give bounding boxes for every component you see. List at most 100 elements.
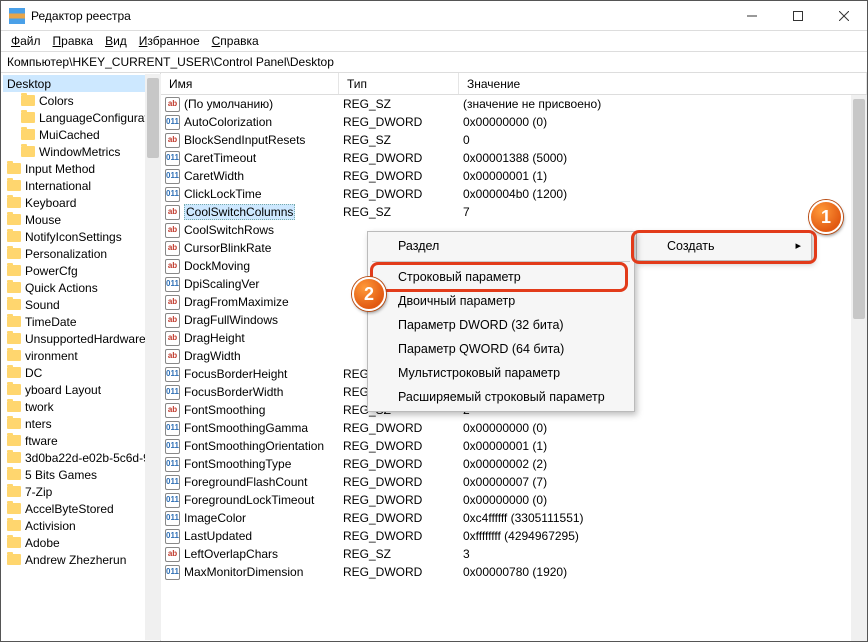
folder-icon (7, 180, 21, 191)
tree-item[interactable]: Desktop (3, 75, 160, 92)
ctx-new-string[interactable]: Строковый параметр (370, 265, 632, 289)
tree-label: ftware (25, 434, 58, 448)
menu-help[interactable]: Справка (206, 32, 265, 50)
tree-item[interactable]: vironment (3, 347, 160, 364)
tree-label: TimeDate (25, 315, 77, 329)
value-name: CaretTimeout (184, 151, 256, 165)
ctx-new-key[interactable]: Раздел (370, 234, 632, 258)
tree-item[interactable]: WindowMetrics (3, 143, 160, 160)
ctx-new-binary[interactable]: Двоичный параметр (370, 289, 632, 313)
tree-item[interactable]: NotifyIconSettings (3, 228, 160, 245)
value-row[interactable]: 011MaxMonitorDimensionREG_DWORD0x0000078… (161, 563, 867, 581)
tree-item[interactable]: LanguageConfigurat (3, 109, 160, 126)
value-row[interactable]: 011ImageColorREG_DWORD0xc4ffffff (330511… (161, 509, 867, 527)
ctx-new-multi[interactable]: Мультистроковый параметр (370, 361, 632, 385)
value-row[interactable]: 011LastUpdatedREG_DWORD0xffffffff (42949… (161, 527, 867, 545)
value-name: FontSmoothingType (184, 457, 291, 471)
tree-item[interactable]: Adobe (3, 534, 160, 551)
maximize-button[interactable] (775, 1, 821, 31)
col-name[interactable]: Имя (161, 73, 339, 94)
value-row[interactable]: abLeftOverlapCharsREG_SZ3 (161, 545, 867, 563)
dword-value-icon: 011 (165, 439, 180, 454)
tree-item[interactable]: yboard Layout (3, 381, 160, 398)
value-row[interactable]: abCoolSwitchColumnsREG_SZ7 (161, 203, 867, 221)
menu-view[interactable]: Вид (99, 32, 133, 50)
ctx-new-qword[interactable]: Параметр QWORD (64 бита) (370, 337, 632, 361)
value-name: ForegroundLockTimeout (184, 493, 314, 507)
tree-label: Desktop (7, 77, 51, 91)
value-type: REG_DWORD (339, 169, 459, 183)
address-bar[interactable]: Компьютер\HKEY_CURRENT_USER\Control Pane… (1, 51, 867, 73)
folder-icon (21, 146, 35, 157)
value-row[interactable]: 011CaretWidthREG_DWORD0x00000001 (1) (161, 167, 867, 185)
value-row[interactable]: 011FontSmoothingOrientationREG_DWORD0x00… (161, 437, 867, 455)
tree-item[interactable]: 3d0ba22d-e02b-5c6d-93 (3, 449, 160, 466)
value-row[interactable]: abBlockSendInputResetsREG_SZ0 (161, 131, 867, 149)
folder-icon (7, 452, 21, 463)
tree-item[interactable]: TimeDate (3, 313, 160, 330)
string-value-icon: ab (165, 241, 180, 256)
column-headers[interactable]: Имя Тип Значение (161, 73, 867, 95)
value-name: FocusBorderHeight (184, 367, 287, 381)
tree-label: Activision (25, 519, 76, 533)
tree-item[interactable]: International (3, 177, 160, 194)
string-value-icon: ab (165, 97, 180, 112)
tree-item[interactable]: MuiCached (3, 126, 160, 143)
list-scrollbar[interactable] (851, 95, 867, 641)
value-row[interactable]: 011ForegroundFlashCountREG_DWORD0x000000… (161, 473, 867, 491)
tree-item[interactable]: Mouse (3, 211, 160, 228)
value-data: 0x00000001 (1) (459, 439, 867, 453)
tree-item[interactable]: PowerCfg (3, 262, 160, 279)
context-menu-primary[interactable]: Создать (636, 231, 812, 261)
tree-item[interactable]: Activision (3, 517, 160, 534)
tree-scrollbar[interactable] (145, 74, 161, 640)
close-button[interactable] (821, 1, 867, 31)
tree-label: PowerCfg (25, 264, 78, 278)
value-row[interactable]: 011FontSmoothingTypeREG_DWORD0x00000002 … (161, 455, 867, 473)
tree-item[interactable]: Sound (3, 296, 160, 313)
minimize-button[interactable] (729, 1, 775, 31)
tree-item[interactable]: twork (3, 398, 160, 415)
value-name: MaxMonitorDimension (184, 565, 303, 579)
tree-item[interactable]: Colors (3, 92, 160, 109)
value-row[interactable]: 011FontSmoothingGammaREG_DWORD0x00000000… (161, 419, 867, 437)
menu-edit[interactable]: Правка (47, 32, 100, 50)
dword-value-icon: 011 (165, 385, 180, 400)
value-row[interactable]: 011ClickLockTimeREG_DWORD0x000004b0 (120… (161, 185, 867, 203)
tree-item[interactable]: Keyboard (3, 194, 160, 211)
col-type[interactable]: Тип (339, 73, 459, 94)
value-type: REG_DWORD (339, 493, 459, 507)
ctx-create[interactable]: Создать (639, 234, 809, 258)
value-row[interactable]: 011AutoColorizationREG_DWORD0x00000000 (… (161, 113, 867, 131)
menu-file[interactable]: Файл (5, 32, 47, 50)
ctx-new-expand[interactable]: Расширяемый строковый параметр (370, 385, 632, 409)
tree-item[interactable]: 7-Zip (3, 483, 160, 500)
value-name: FocusBorderWidth (184, 385, 283, 399)
value-name: DragFromMaximize (184, 295, 289, 309)
tree-item[interactable]: nters (3, 415, 160, 432)
tree-item[interactable]: UnsupportedHardwareN (3, 330, 160, 347)
tree-item[interactable]: Input Method (3, 160, 160, 177)
tree-label: nters (25, 417, 52, 431)
col-data[interactable]: Значение (459, 73, 867, 94)
tree-label: yboard Layout (25, 383, 101, 397)
tree-item[interactable]: Personalization (3, 245, 160, 262)
value-name: AutoColorization (184, 115, 272, 129)
value-row[interactable]: ab(По умолчанию)REG_SZ(значение не присв… (161, 95, 867, 113)
menu-favorites[interactable]: Избранное (133, 32, 206, 50)
context-menu-new-submenu[interactable]: Раздел Строковый параметр Двоичный парам… (367, 231, 635, 412)
value-type: REG_DWORD (339, 511, 459, 525)
value-row[interactable]: 011ForegroundLockTimeoutREG_DWORD0x00000… (161, 491, 867, 509)
value-type: REG_DWORD (339, 439, 459, 453)
registry-tree[interactable]: DesktopColorsLanguageConfiguratMuiCached… (1, 73, 161, 641)
value-type: REG_DWORD (339, 457, 459, 471)
value-data: 0x00000002 (2) (459, 457, 867, 471)
tree-item[interactable]: DC (3, 364, 160, 381)
tree-item[interactable]: ftware (3, 432, 160, 449)
tree-item[interactable]: Quick Actions (3, 279, 160, 296)
value-row[interactable]: 011CaretTimeoutREG_DWORD0x00001388 (5000… (161, 149, 867, 167)
ctx-new-dword[interactable]: Параметр DWORD (32 бита) (370, 313, 632, 337)
tree-item[interactable]: AccelByteStored (3, 500, 160, 517)
tree-item[interactable]: Andrew Zhezherun (3, 551, 160, 568)
tree-item[interactable]: 5 Bits Games (3, 466, 160, 483)
